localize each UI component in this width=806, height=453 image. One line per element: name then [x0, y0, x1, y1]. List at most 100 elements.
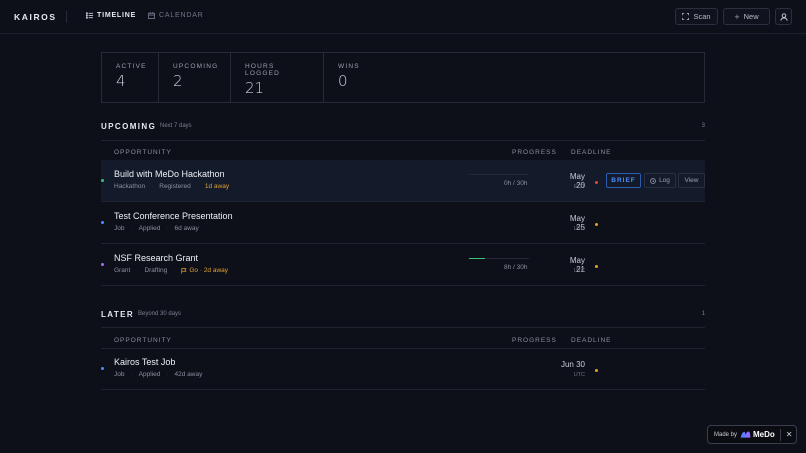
opportunity-meta: Job · Applied · 6d away: [114, 225, 199, 232]
stat-label: UPCOMING: [173, 63, 219, 70]
column-header-deadline: DEADLINE: [571, 337, 612, 344]
stat-value: 2: [173, 72, 183, 90]
opportunity-name[interactable]: Build with MeDo Hackathon: [114, 169, 225, 179]
section-subtitle: Beyond 30 days: [138, 311, 182, 317]
opportunity-status: Drafting: [144, 267, 168, 274]
column-header-opportunity: OPPORTUNITY: [114, 149, 172, 156]
stat-hours-logged: HOURS LOGGED 21: [231, 53, 324, 102]
plus-icon: +: [734, 11, 740, 22]
meta-separator: ·: [130, 225, 133, 232]
close-icon[interactable]: ✕: [786, 430, 793, 439]
opportunity-type: Job: [114, 225, 125, 232]
opportunity-due: 42d away: [174, 371, 203, 378]
section-title: UPCOMING: [101, 122, 157, 131]
deadline-dot: [595, 265, 598, 268]
deadline-dot: [595, 223, 598, 226]
brand-logo[interactable]: KAIROS: [14, 12, 57, 22]
medo-logo: MeDo: [740, 430, 775, 439]
new-button[interactable]: + New: [723, 8, 770, 25]
view-button-label: View: [684, 177, 699, 184]
deadline-dot: [595, 369, 598, 372]
profile-button[interactable]: [775, 8, 792, 25]
medo-logo-text: MeDo: [753, 430, 775, 439]
section-subtitle: Next 7 days: [160, 123, 192, 129]
table-row[interactable]: Build with MeDo Hackathon Hackathon · Re…: [101, 160, 705, 202]
opportunity-status: Applied: [138, 225, 161, 232]
log-button-label: Log: [659, 177, 670, 184]
opportunity-status: Applied: [138, 371, 161, 378]
column-header-progress: PROGRESS: [512, 337, 557, 344]
stat-active: ACTIVE 4: [102, 53, 159, 102]
view-button[interactable]: View: [678, 173, 705, 188]
stat-label: HOURS LOGGED: [245, 63, 281, 77]
opportunity-type: Job: [114, 371, 125, 378]
table-row[interactable]: Test Conference Presentation Job · Appli…: [101, 202, 705, 244]
brief-button[interactable]: BRIEF: [606, 173, 641, 188]
divider: [101, 140, 705, 141]
progress-text: 0h / 30h: [504, 180, 528, 187]
clock-icon: [650, 177, 656, 184]
deadline-timezone: EDT: [574, 184, 585, 190]
medo-logo-icon: [740, 431, 751, 438]
stats-panel: ACTIVE 4 UPCOMING 2 HOURS LOGGED 21 WINS…: [101, 52, 705, 103]
opportunity-name[interactable]: Kairos Test Job: [114, 357, 175, 367]
divider: [101, 327, 705, 328]
top-bar: KAIROS TIMELINE CALENDAR Scan + New: [0, 0, 806, 34]
meta-separator: ·: [173, 267, 176, 274]
table-row[interactable]: NSF Research Grant Grant · Drafting · Go…: [101, 244, 705, 286]
made-by-badge[interactable]: Made by MeDo ✕: [707, 425, 797, 444]
column-header-opportunity: OPPORTUNITY: [114, 337, 172, 344]
new-button-label: New: [743, 12, 759, 21]
log-button[interactable]: Log: [644, 173, 676, 188]
made-by-label: Made by: [714, 431, 738, 438]
opportunity-due-text: Go · 2d away: [189, 267, 229, 274]
status-dot: [101, 221, 104, 224]
stat-wins: WINS 0: [324, 53, 704, 102]
list-icon: [86, 12, 93, 19]
column-header-deadline: DEADLINE: [571, 149, 612, 156]
opportunity-status: Registered: [159, 183, 191, 190]
brief-button-label: BRIEF: [611, 177, 636, 184]
meta-separator: ·: [166, 371, 169, 378]
opportunity-due: 6d away: [174, 225, 199, 232]
opportunity-due: 1d away: [204, 183, 230, 190]
scan-button[interactable]: Scan: [675, 8, 718, 25]
upcoming-section-header: UPCOMING Next 7 days 3: [101, 122, 705, 136]
tab-timeline-label: TIMELINE: [97, 12, 137, 19]
deadline-dot: [595, 181, 598, 184]
section-title: LATER: [101, 310, 135, 319]
meta-separator: ·: [136, 267, 139, 274]
table-row[interactable]: Kairos Test Job Job · Applied · 42d away…: [101, 348, 705, 390]
stat-label: ACTIVE: [116, 63, 147, 70]
stat-value: 0: [338, 72, 348, 90]
flag-icon: [181, 267, 187, 274]
status-dot: [101, 367, 104, 370]
status-dot: [101, 263, 104, 266]
later-section-header: LATER Beyond 30 days 1: [101, 310, 705, 324]
meta-separator: ·: [130, 371, 133, 378]
scan-button-label: Scan: [693, 12, 711, 21]
opportunity-type: Grant: [114, 267, 131, 274]
column-header-progress: PROGRESS: [512, 149, 557, 156]
meta-separator: ·: [166, 225, 169, 232]
stat-value: 21: [245, 79, 265, 97]
deadline-date: Jun 30: [560, 360, 585, 369]
stat-upcoming: UPCOMING 2: [159, 53, 231, 102]
tab-timeline[interactable]: TIMELINE: [86, 12, 136, 19]
opportunity-name[interactable]: NSF Research Grant: [114, 253, 198, 263]
status-dot: [101, 179, 104, 182]
progress-bar: [469, 174, 529, 175]
opportunity-meta: Hackathon · Registered · 1d away: [114, 183, 229, 190]
opportunity-name[interactable]: Test Conference Presentation: [114, 211, 233, 221]
progress-fill: [469, 258, 486, 259]
opportunity-due: Go · 2d away: [181, 267, 228, 274]
scan-icon: [682, 13, 690, 20]
tab-calendar[interactable]: CALENDAR: [148, 12, 204, 19]
deadline-timezone: UTC: [573, 372, 585, 378]
meta-separator: ·: [196, 183, 199, 190]
opportunity-meta: Grant · Drafting · Go · 2d away: [114, 267, 228, 274]
meta-separator: ·: [151, 183, 154, 190]
deadline-timezone: UTC: [573, 268, 585, 274]
stat-label: WINS: [338, 63, 360, 70]
stat-value: 4: [116, 72, 126, 90]
